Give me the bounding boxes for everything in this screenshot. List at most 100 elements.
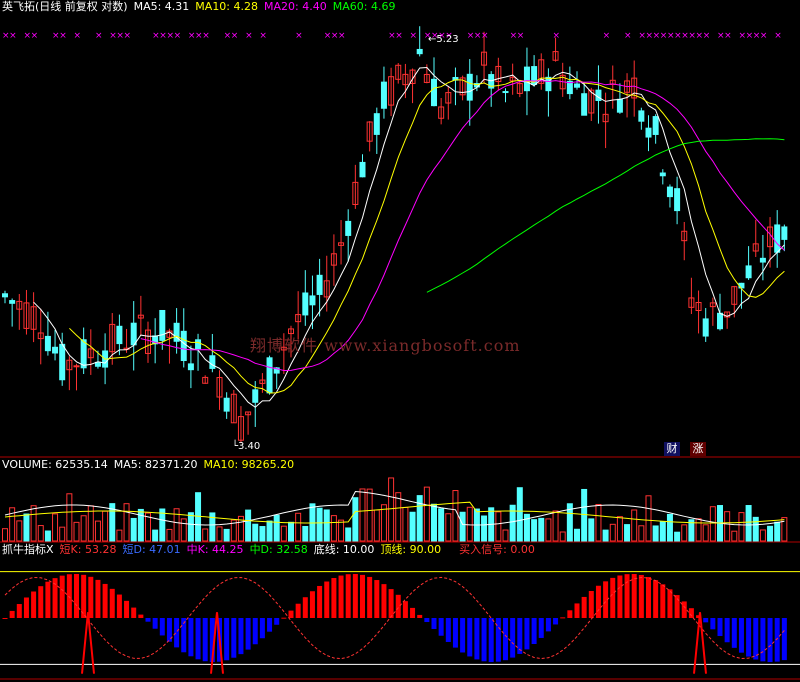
volume-bar — [338, 519, 345, 542]
indicator-bar — [360, 574, 365, 618]
indicator-bar — [109, 588, 115, 618]
indicator-bar — [574, 603, 580, 618]
price-panel: × × × × × × × × × × × × × × × × × × × × × × × × × × × × × × × × × × × × × × × ×… — [2, 26, 788, 452]
indicator-bar — [38, 586, 44, 618]
volume-bar — [431, 503, 437, 542]
ma60-line — [426, 138, 785, 293]
volume-bar — [44, 530, 51, 542]
indicator-bar — [402, 601, 408, 618]
indicator-bar — [588, 590, 594, 618]
volume-bar — [202, 528, 209, 542]
indicator-bar — [631, 573, 637, 618]
volume-bar — [538, 517, 545, 542]
volume-bar — [288, 521, 294, 542]
indicator-bar — [95, 579, 101, 618]
volume-bar — [552, 510, 559, 542]
candle-body — [581, 93, 588, 116]
volume-bar — [609, 523, 616, 542]
indicator-bar — [16, 604, 22, 618]
volume-bar — [581, 488, 588, 542]
indicator-bar — [2, 618, 8, 619]
indicator-bar — [252, 618, 258, 645]
volume-bar — [94, 520, 101, 542]
indicator-bar — [45, 581, 51, 618]
indicator-bar — [281, 617, 287, 619]
indicator-bar — [703, 618, 709, 623]
volume-ma10-value: MA10: 98265.20 — [203, 458, 295, 471]
candle-body — [702, 318, 709, 337]
signal-mark: × — [202, 31, 210, 41]
volume-bar — [180, 518, 187, 542]
candle-body — [159, 309, 166, 341]
volume-bar — [173, 508, 180, 542]
indicator-bar — [309, 591, 315, 618]
indicator-bar — [138, 614, 144, 618]
candle-body — [252, 389, 259, 403]
signal-mark: × — [410, 31, 418, 41]
indicator-bar — [781, 618, 787, 661]
indicator-bar — [638, 574, 644, 618]
candle-body — [774, 224, 781, 253]
buy-signal-value: 买入信号: 0.00 — [459, 543, 535, 556]
volume-bar — [438, 508, 445, 542]
indicator-bar — [9, 610, 15, 618]
volume-bar — [130, 517, 137, 542]
volume-bar — [266, 520, 273, 542]
indicator-bar — [131, 607, 137, 618]
volume-bar — [16, 520, 23, 542]
volume-bar — [280, 525, 287, 542]
candle-body — [416, 48, 423, 55]
signal-mark: × — [774, 31, 782, 41]
volume-bar — [702, 524, 709, 542]
indicator-bar — [195, 618, 201, 660]
indicator-bar — [238, 618, 244, 655]
volume-bar — [73, 521, 80, 542]
candle-body — [674, 188, 681, 212]
candle-body — [223, 397, 230, 412]
signal-mark: × — [9, 31, 17, 41]
indicator-bar — [760, 618, 766, 662]
indicator-bar — [460, 618, 466, 653]
volume-bar — [295, 512, 302, 542]
candle-body — [373, 113, 380, 135]
volume-bar — [666, 513, 673, 542]
indicator-bar — [503, 618, 508, 661]
volume-bar — [459, 511, 466, 542]
volume-bar — [402, 506, 409, 542]
indicator-bar — [467, 618, 473, 657]
indicator-bar — [510, 618, 516, 658]
finance-badge[interactable]: 财 — [664, 442, 680, 456]
indicator-bar — [717, 618, 723, 637]
indicator-bar — [338, 575, 344, 618]
indicator-bar — [710, 618, 716, 630]
candle-body — [2, 293, 8, 298]
volume-bar — [631, 509, 638, 542]
watermark: 翔博软件 www.xiangbosoft.com — [250, 336, 521, 355]
indicator-bar — [567, 610, 573, 618]
candle-body — [659, 172, 666, 177]
indicator-bar — [746, 618, 752, 657]
volume-bar — [616, 516, 623, 542]
candle-body — [466, 73, 473, 101]
stock-title: 英飞拓(日线 前复权 对数) — [2, 0, 128, 13]
indicator-bar — [545, 618, 551, 632]
volume-bar — [245, 509, 252, 542]
signal-mark: × — [245, 31, 253, 41]
candle-body — [180, 330, 187, 362]
indicator-bar — [345, 574, 351, 618]
volume-bar — [495, 511, 502, 542]
indicator-bar — [159, 618, 165, 636]
volume-bar — [80, 515, 87, 542]
indicator-bar — [431, 618, 437, 630]
candle-body — [73, 365, 80, 368]
candle-body — [759, 257, 766, 263]
candle-body — [9, 300, 16, 304]
rise-badge[interactable]: 涨 — [690, 442, 706, 456]
indicator-bar — [581, 596, 587, 618]
volume-bar — [137, 508, 144, 542]
candle-body — [52, 346, 59, 354]
signal-mark: × — [31, 31, 39, 41]
volume-bar — [452, 490, 459, 542]
candle-body — [44, 335, 51, 352]
indicator-bar — [595, 585, 601, 618]
